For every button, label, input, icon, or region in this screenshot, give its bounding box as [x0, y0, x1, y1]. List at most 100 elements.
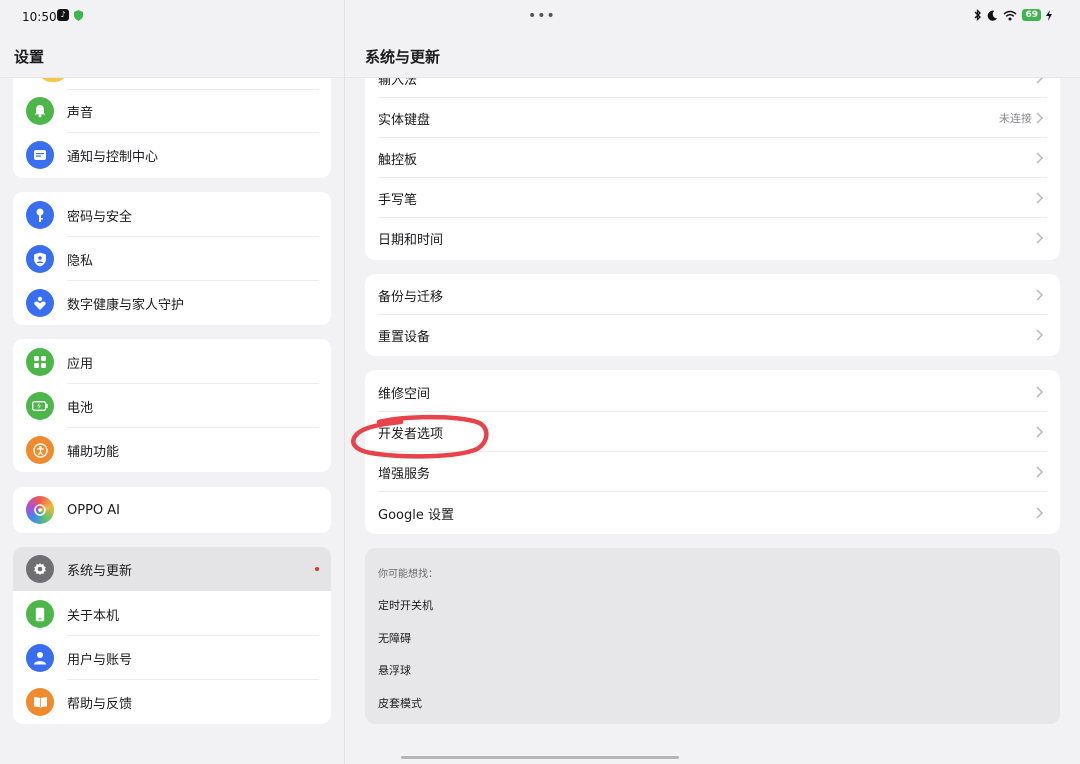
notification-icon	[26, 141, 54, 169]
chevron-right-icon	[1036, 232, 1044, 244]
row-stylus[interactable]: 手写笔	[365, 178, 1060, 218]
sidebar-item-label: 电池	[67, 400, 94, 416]
system-group-advanced: 维修空间 开发者选项 增强服务 Google 设置	[365, 370, 1060, 534]
oppo-ai-icon	[26, 496, 54, 524]
sidebar-item-users-accounts[interactable]: 用户与账号	[13, 636, 331, 680]
home-indicator[interactable]	[401, 756, 679, 759]
row-backup-migration[interactable]: 备份与迁移	[365, 275, 1060, 315]
sidebar-item-label: 通知与控制中心	[67, 149, 159, 165]
row-touchpad[interactable]: 触控板	[365, 138, 1060, 178]
sidebar-item-label: 帮助与反馈	[67, 696, 133, 712]
row-label: 增强服务	[378, 466, 431, 482]
row-label: 实体键盘	[378, 112, 431, 128]
row-label: 输入法	[378, 78, 418, 88]
bell-icon	[26, 97, 54, 125]
settings-group-sound: 声音 通知与控制中心	[13, 78, 331, 178]
row-label: 触控板	[378, 152, 418, 168]
charging-icon	[1046, 9, 1052, 21]
row-enhanced-services[interactable]: 增强服务	[365, 452, 1060, 492]
row-label: 开发者选项	[378, 426, 444, 442]
chevron-right-icon	[1036, 386, 1044, 398]
sidebar-item-label: 密码与安全	[67, 209, 133, 225]
status-right-icons: 69	[974, 9, 1052, 21]
shield-icon	[74, 9, 83, 21]
row-input-method[interactable]: 输入法	[365, 78, 1060, 98]
settings-group-security: 密码与安全 隐私 数字健康与家人守护	[13, 192, 331, 325]
accessibility-icon	[26, 436, 54, 464]
sidebar-item-label: 应用	[67, 356, 94, 372]
system-group-backup: 备份与迁移 重置设备	[365, 274, 1060, 356]
phone-icon	[26, 600, 54, 628]
row-label: 维修空间	[378, 386, 431, 402]
settings-group-apps: 应用 电池 辅助功能	[13, 339, 331, 472]
row-physical-keyboard[interactable]: 实体键盘 未连接	[365, 98, 1060, 138]
row-label: Google 设置	[378, 507, 454, 523]
chevron-right-icon	[1036, 466, 1044, 478]
sidebar-item-label: 用户与账号	[67, 652, 133, 668]
sidebar-item-system-update[interactable]: 系统与更新	[13, 547, 331, 591]
tiktok-icon: ♪	[57, 9, 69, 21]
system-group-input: 输入法 实体键盘 未连接 触控板 手写笔 日期和时间	[365, 78, 1060, 260]
wellbeing-icon	[26, 289, 54, 317]
suggestion-link[interactable]: 无障碍	[378, 630, 411, 646]
sidebar-item-digital-wellbeing[interactable]: 数字健康与家人守护	[13, 281, 331, 325]
wifi-icon	[1003, 10, 1017, 20]
row-repair-space[interactable]: 维修空间	[365, 372, 1060, 412]
pane-divider	[344, 0, 345, 764]
sidebar-item-oppo-ai[interactable]: OPPO AI	[13, 488, 331, 532]
row-label: 备份与迁移	[378, 289, 444, 305]
chevron-right-icon	[1036, 426, 1044, 438]
key-icon	[26, 201, 54, 229]
row-date-time[interactable]: 日期和时间	[365, 218, 1060, 258]
sidebar-item-help-feedback[interactable]: 帮助与反馈	[13, 680, 331, 724]
row-label: 手写笔	[378, 192, 418, 208]
settings-group-ai: OPPO AI	[13, 487, 331, 533]
chevron-right-icon	[1036, 78, 1044, 84]
privacy-icon	[26, 245, 54, 273]
status-time: 10:50	[22, 10, 57, 24]
chevron-right-icon	[1036, 112, 1044, 124]
multitask-dots[interactable]: •••	[528, 8, 556, 24]
sidebar-item-battery[interactable]: 电池	[13, 384, 331, 428]
sidebar-item-accessibility[interactable]: 辅助功能	[13, 428, 331, 472]
sidebar-item-label: 隐私	[67, 253, 94, 269]
bluetooth-icon	[975, 9, 982, 21]
suggestions-header: 你可能想找：	[378, 569, 438, 580]
detail-title: 系统与更新	[365, 48, 441, 66]
sidebar-item-label: 声音	[67, 105, 94, 121]
moon-icon	[988, 10, 998, 21]
suggestion-link[interactable]: 定时开关机	[378, 597, 433, 613]
sidebar-item-label: 系统与更新	[67, 563, 133, 579]
chevron-right-icon	[1036, 152, 1044, 164]
sidebar-item-password-security[interactable]: 密码与安全	[13, 193, 331, 237]
row-label: 日期和时间	[378, 232, 444, 248]
gear-icon	[26, 555, 54, 583]
row-developer-options[interactable]: 开发者选项	[365, 412, 1060, 452]
chevron-right-icon	[1036, 329, 1044, 341]
sidebar-item-label: 数字健康与家人守护	[67, 297, 185, 313]
sidebar-item-label: 关于本机	[67, 608, 120, 624]
user-icon	[26, 644, 54, 672]
update-badge-dot	[315, 567, 319, 571]
row-label: 重置设备	[378, 329, 431, 345]
chevron-right-icon	[1036, 289, 1044, 301]
sidebar-item-apps[interactable]: 应用	[13, 340, 331, 384]
row-value: 未连接	[999, 112, 1032, 125]
row-google-settings[interactable]: Google 设置	[365, 493, 1060, 533]
status-left-icons: ♪	[57, 9, 83, 21]
sidebar-item-label: OPPO AI	[67, 502, 121, 518]
suggestion-link[interactable]: 悬浮球	[378, 662, 411, 678]
sidebar-item-notifications[interactable]: 通知与控制中心	[13, 133, 331, 177]
battery-icon	[26, 392, 54, 420]
suggestions-panel: 你可能想找： 定时开关机 无障碍 悬浮球 皮套模式	[365, 548, 1060, 724]
suggestion-link[interactable]: 皮套模式	[378, 695, 422, 711]
row-reset-device[interactable]: 重置设备	[365, 315, 1060, 355]
partial-row	[39, 78, 67, 82]
chevron-right-icon	[1036, 507, 1044, 519]
settings-group-system: 系统与更新 关于本机 用户与账号 帮助与反馈	[13, 547, 331, 724]
sidebar-item-about-device[interactable]: 关于本机	[13, 592, 331, 636]
page-title: 设置	[14, 48, 45, 66]
sidebar-item-privacy[interactable]: 隐私	[13, 237, 331, 281]
sidebar-item-sound[interactable]: 声音	[13, 89, 331, 133]
battery-level: 69	[1022, 9, 1041, 21]
